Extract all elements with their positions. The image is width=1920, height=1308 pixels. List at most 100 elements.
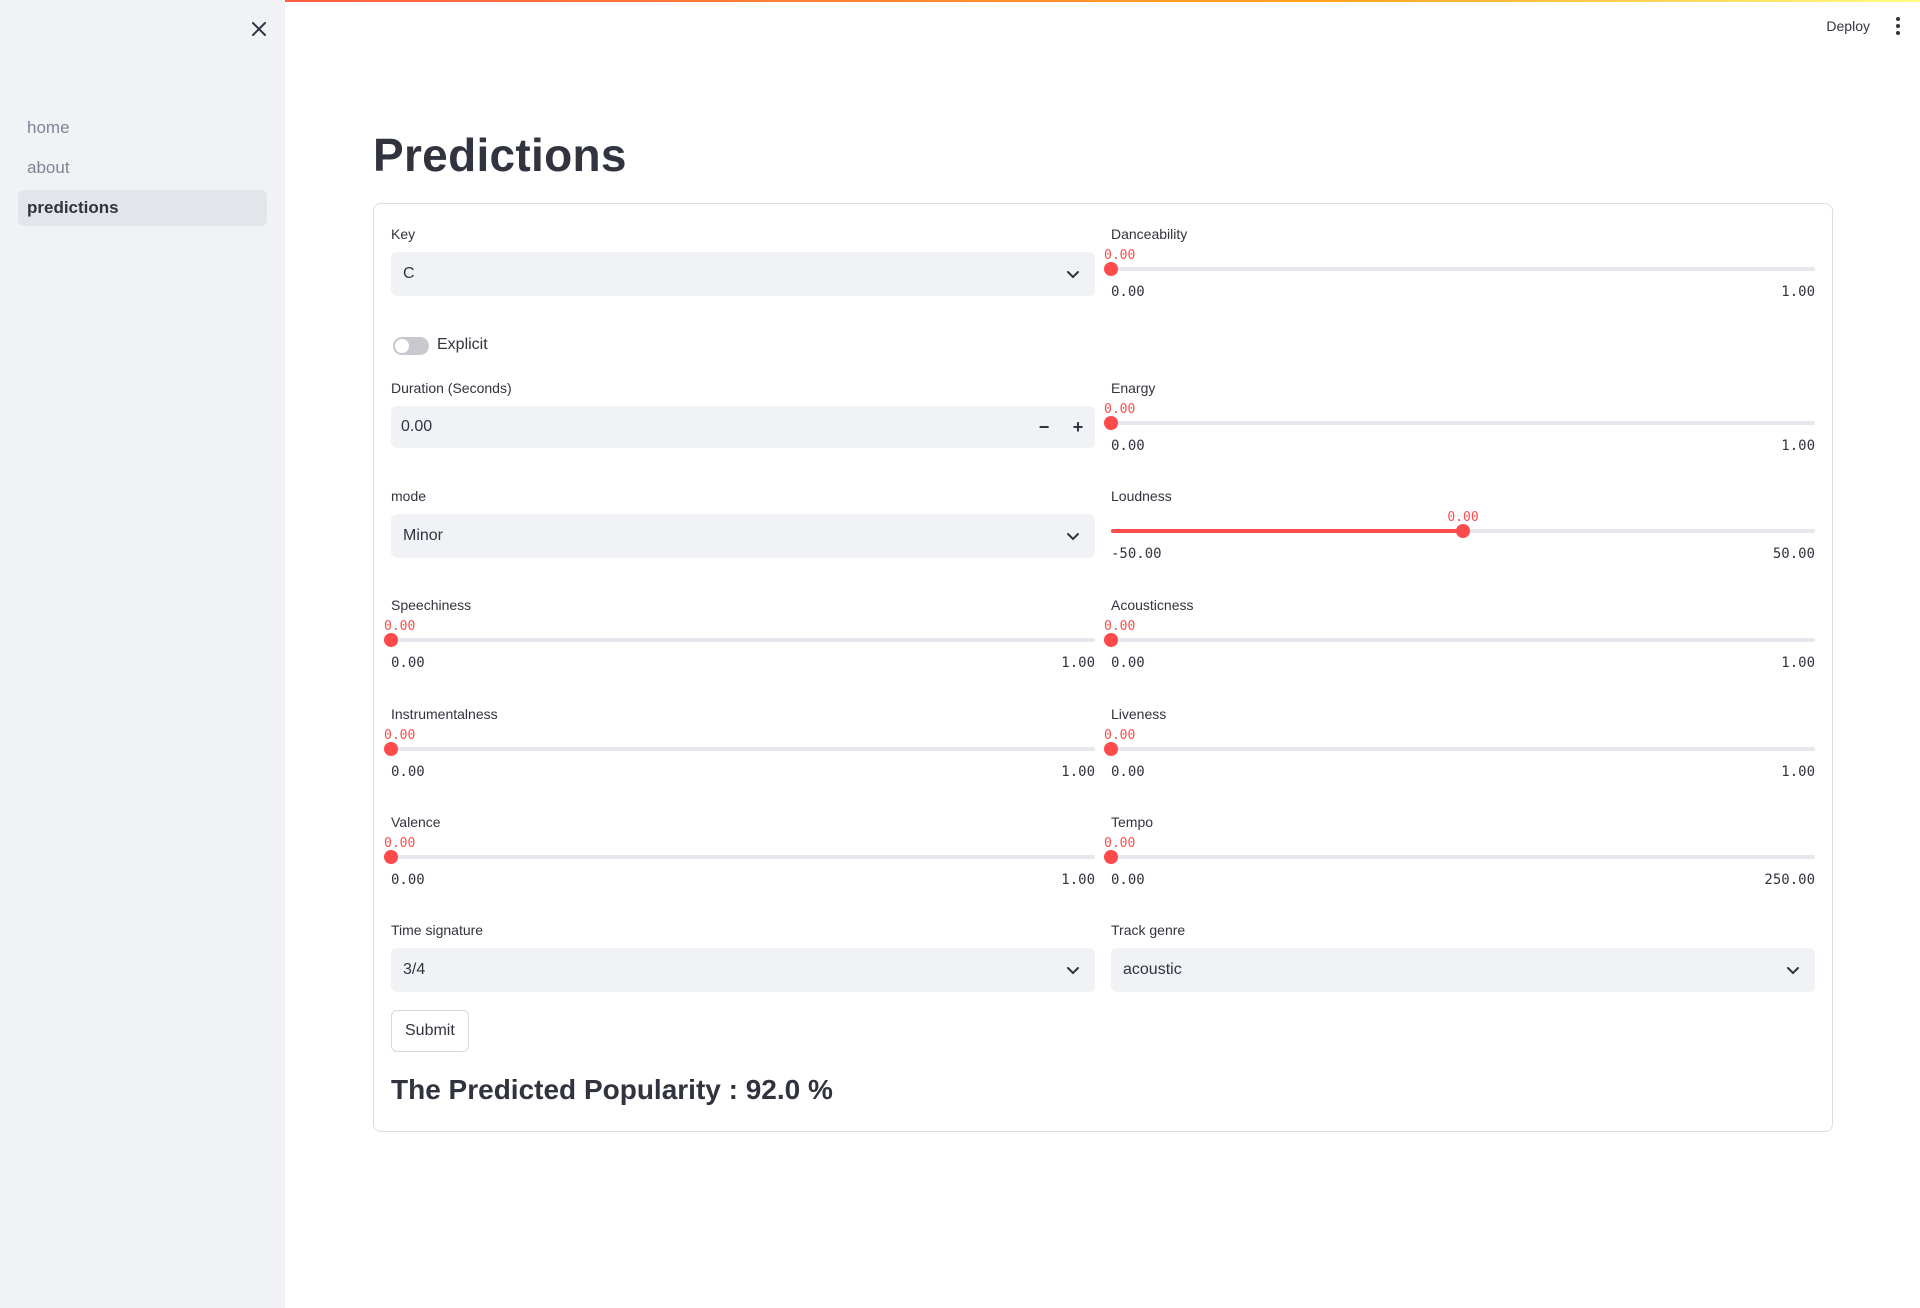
slider-track[interactable]: [1111, 747, 1815, 751]
slider-max: 1.00: [1061, 655, 1095, 671]
slider-current-value: 0.00: [384, 836, 416, 851]
explicit-label: Explicit: [437, 336, 488, 353]
energy-slider[interactable]: Enargy 0.00 0.00 1.00: [1104, 380, 1815, 454]
key-select[interactable]: C: [391, 252, 1095, 296]
chevron-down-icon: [1067, 271, 1079, 279]
increment-button[interactable]: +: [1061, 406, 1095, 448]
sidebar-item-home[interactable]: home: [18, 110, 267, 146]
slider-track[interactable]: [1111, 421, 1815, 425]
loudness-slider[interactable]: Loudness 0.00 -50.00 50.00: [1111, 488, 1815, 562]
slider-track[interactable]: [391, 855, 1095, 859]
slider-label: Loudness: [1111, 488, 1172, 504]
slider-label: Acousticness: [1111, 597, 1194, 613]
liveness-slider[interactable]: Liveness 0.00 0.00 1.00: [1104, 706, 1815, 780]
slider-current-value: 0.00: [384, 728, 416, 743]
slider-min: 0.00: [391, 764, 425, 780]
slider-thumb[interactable]: [1104, 742, 1118, 756]
slider-track[interactable]: [391, 747, 1095, 751]
mode-label: mode: [391, 488, 427, 504]
slider-label: Enargy: [1111, 380, 1156, 396]
slider-track[interactable]: [391, 638, 1095, 642]
slider-thumb[interactable]: [1104, 262, 1118, 276]
tempo-slider[interactable]: Tempo 0.00 0.00 250.00: [1104, 814, 1815, 888]
sidebar: home about predictions: [0, 0, 285, 1308]
slider-label: Speechiness: [391, 597, 472, 613]
time-signature-select[interactable]: 3/4: [391, 948, 1095, 992]
chevron-down-icon: [1787, 967, 1799, 975]
close-sidebar-button[interactable]: [246, 16, 272, 42]
prediction-form: Key C Explicit Duration (Seconds) 0.00 −…: [373, 203, 1833, 1132]
instrumentalness-slider[interactable]: Instrumentalness 0.00 0.00 1.00: [384, 706, 1095, 780]
track-genre-label: Track genre: [1111, 922, 1186, 938]
slider-fill: [1111, 529, 1463, 533]
slider-min: 0.00: [1111, 872, 1145, 888]
key-select-value: C: [403, 265, 415, 282]
slider-max: 1.00: [1781, 764, 1815, 780]
time-signature-value: 3/4: [403, 961, 426, 978]
close-icon[interactable]: [246, 16, 272, 42]
slider-track[interactable]: [1111, 638, 1815, 642]
slider-min: 0.00: [391, 655, 425, 671]
slider-current-value: 0.00: [1104, 836, 1136, 851]
slider-track[interactable]: [1111, 267, 1815, 271]
slider-thumb[interactable]: [384, 850, 398, 864]
slider-current-value: 0.00: [1104, 728, 1136, 743]
slider-max: 1.00: [1781, 655, 1815, 671]
header-actions: Deploy: [1826, 12, 1920, 40]
main-menu-icon[interactable]: [1888, 12, 1908, 40]
sidebar-item-about[interactable]: about: [18, 150, 267, 186]
speechiness-slider[interactable]: Speechiness 0.00 0.00 1.00: [384, 597, 1095, 671]
slider-min: 0.00: [1111, 764, 1145, 780]
sidebar-item-predictions[interactable]: predictions: [18, 190, 267, 226]
time-signature-label: Time signature: [391, 922, 484, 938]
slider-min: 0.00: [1111, 438, 1145, 454]
slider-label: Liveness: [1111, 706, 1167, 722]
slider-current-value: 0.00: [384, 619, 416, 634]
slider-label: Danceability: [1111, 226, 1188, 242]
slider-track[interactable]: [1111, 855, 1815, 859]
slider-thumb[interactable]: [384, 742, 398, 756]
sidebar-nav: home about predictions: [18, 110, 267, 230]
slider-max: 1.00: [1061, 872, 1095, 888]
explicit-toggle[interactable]: [393, 337, 429, 355]
submit-button[interactable]: Submit: [391, 1010, 469, 1052]
page-title: Predictions: [373, 129, 627, 181]
slider-thumb[interactable]: [1456, 524, 1470, 538]
slider-min: 0.00: [1111, 284, 1145, 300]
slider-label: Tempo: [1111, 814, 1154, 830]
slider-label: Instrumentalness: [391, 706, 498, 722]
slider-max: 1.00: [1061, 764, 1095, 780]
slider-min: -50.00: [1111, 546, 1162, 562]
chevron-down-icon: [1067, 533, 1079, 541]
slider-max: 1.00: [1781, 284, 1815, 300]
danceability-slider[interactable]: Danceability 0.00 0.00 1.00: [1104, 226, 1815, 300]
slider-thumb[interactable]: [1104, 633, 1118, 647]
track-genre-select[interactable]: acoustic: [1111, 948, 1815, 992]
duration-input[interactable]: 0.00 − +: [391, 406, 1095, 448]
slider-thumb[interactable]: [1104, 416, 1118, 430]
acousticness-slider[interactable]: Acousticness 0.00 0.00 1.00: [1104, 597, 1815, 671]
mode-select-value: Minor: [403, 527, 444, 544]
slider-current-value: 0.00: [1104, 248, 1136, 263]
valence-slider[interactable]: Valence 0.00 0.00 1.00: [384, 814, 1095, 888]
duration-value[interactable]: 0.00: [401, 418, 1027, 436]
track-genre-value: acoustic: [1123, 961, 1182, 978]
prediction-result: The Predicted Popularity : 92.0 %: [391, 1074, 833, 1105]
top-decoration-bar: [0, 0, 1920, 2]
chevron-down-icon: [1067, 967, 1079, 975]
slider-thumb[interactable]: [384, 633, 398, 647]
slider-current-value: 0.00: [1104, 619, 1136, 634]
decrement-button[interactable]: −: [1027, 406, 1061, 448]
slider-thumb[interactable]: [1104, 850, 1118, 864]
mode-select[interactable]: Minor: [391, 514, 1095, 558]
slider-max: 50.00: [1772, 546, 1815, 562]
slider-min: 0.00: [1111, 655, 1145, 671]
slider-max: 250.00: [1764, 872, 1815, 888]
deploy-button[interactable]: Deploy: [1826, 18, 1870, 34]
slider-label: Valence: [391, 814, 441, 830]
slider-current-value: 0.00: [1104, 402, 1136, 417]
slider-min: 0.00: [391, 872, 425, 888]
duration-label: Duration (Seconds): [391, 380, 512, 396]
key-label: Key: [391, 226, 416, 242]
slider-max: 1.00: [1781, 438, 1815, 454]
